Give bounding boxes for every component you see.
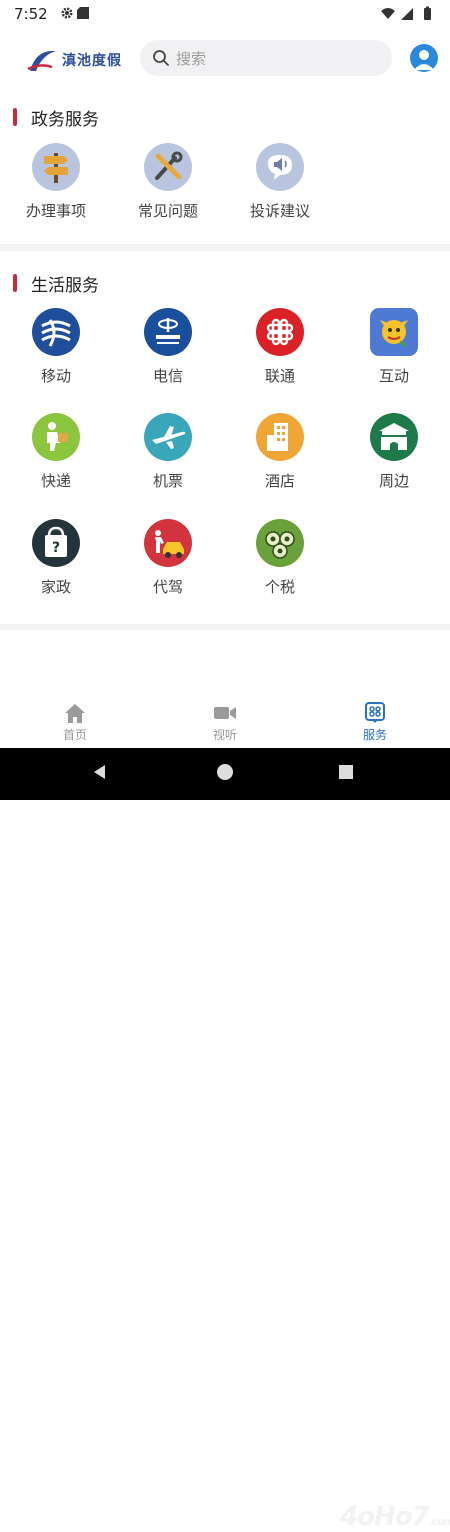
signal-icon [401, 8, 413, 20]
service-label: 周边 [378, 472, 409, 490]
service-label: 联通 [264, 367, 295, 385]
service-label: 互动 [378, 367, 409, 385]
service-label: 常见问题 [137, 202, 198, 220]
search-icon [153, 50, 169, 66]
service-item-chauffeur[interactable]: 代驾 [112, 519, 224, 609]
battery-icon [424, 6, 431, 20]
airplane-icon [144, 413, 192, 461]
service-item-complaints[interactable]: 投诉建议 [224, 143, 336, 233]
tab-label: 服务 [362, 728, 387, 742]
status-left-icons [60, 5, 96, 25]
status-bar: 7:52 [0, 0, 450, 28]
megaphone-icon [256, 143, 304, 191]
coins-icon [256, 519, 304, 567]
courier-icon [32, 413, 80, 461]
service-item-interaction[interactable]: 互动 [338, 308, 450, 398]
service-label: 办理事项 [25, 202, 86, 220]
china-unicom-icon [256, 308, 304, 356]
section-accent-bar [13, 274, 17, 292]
app-logo[interactable]: 滇池度假 [26, 45, 121, 75]
hotel-icon [256, 413, 304, 461]
logo-mark-icon [27, 50, 56, 71]
section-header-government: 政务服务 [0, 102, 450, 132]
service-item-procedures[interactable]: 办理事项 [0, 143, 112, 233]
home-icon [65, 704, 85, 723]
china-telecom-icon [144, 308, 192, 356]
section-header-life: 生活服务 [0, 268, 450, 298]
service-label: 快递 [40, 472, 71, 490]
wifi-icon [381, 8, 395, 19]
bottom-tab-bar: 首页 视听 服务 [0, 690, 450, 748]
service-item-nearby[interactable]: 周边 [338, 413, 450, 503]
service-label: 酒店 [264, 472, 295, 490]
service-item-housekeeping[interactable]: ? 家政 [0, 519, 112, 609]
section-title: 政务服务 [31, 110, 99, 130]
tab-service[interactable]: 服务 [300, 690, 450, 748]
service-label: 家政 [40, 578, 71, 596]
sd-card-icon [77, 7, 89, 19]
search-placeholder: 搜索 [176, 50, 207, 68]
service-label: 移动 [40, 367, 71, 385]
status-right-icons [380, 6, 436, 26]
logo-text: 滇池度假 [62, 53, 122, 69]
service-label: 机票 [152, 472, 183, 490]
service-item-telecom[interactable]: 电信 [112, 308, 224, 398]
search-bar[interactable]: 搜索 [140, 40, 392, 76]
section-divider [0, 624, 450, 630]
service-item-unicom[interactable]: 联通 [224, 308, 336, 398]
home-button-icon[interactable] [215, 762, 235, 782]
service-item-express[interactable]: 快递 [0, 413, 112, 503]
tab-video[interactable]: 视听 [150, 690, 300, 748]
service-item-mobile[interactable]: 移动 [0, 308, 112, 398]
tools-icon [144, 143, 192, 191]
tab-label: 首页 [62, 728, 87, 742]
service-item-faq[interactable]: 常见问题 [112, 143, 224, 233]
chauffeur-icon [144, 519, 192, 567]
signpost-icon [32, 143, 80, 191]
service-item-hotel[interactable]: 酒店 [224, 413, 336, 503]
section-divider [0, 244, 450, 251]
watermark: 4oHo7.com [340, 1502, 450, 1532]
dragon-icon [370, 308, 418, 356]
status-time: 7:52 [14, 5, 48, 23]
user-avatar[interactable] [410, 44, 438, 72]
tab-label: 视听 [212, 728, 237, 742]
user-icon [414, 50, 434, 70]
svg-text:?: ? [52, 540, 60, 556]
section-title: 生活服务 [31, 276, 99, 296]
recents-icon[interactable] [336, 762, 356, 782]
china-mobile-icon [32, 308, 80, 356]
service-item-flights[interactable]: 机票 [112, 413, 224, 503]
service-icon [365, 702, 385, 723]
app-header: 滇池度假 搜索 [0, 28, 450, 90]
gate-icon [370, 413, 418, 461]
service-item-tax[interactable]: 个税 [224, 519, 336, 609]
settings-gear-icon [61, 7, 73, 19]
service-label: 个税 [264, 578, 295, 596]
service-label: 投诉建议 [249, 202, 310, 220]
service-label: 电信 [152, 367, 183, 385]
section-accent-bar [13, 108, 17, 126]
tab-home[interactable]: 首页 [0, 690, 150, 748]
system-nav-bar: 4oHo7.com [0, 748, 450, 1532]
back-icon[interactable] [90, 762, 110, 782]
service-label: 代驾 [152, 578, 183, 596]
video-icon [214, 707, 236, 719]
housekeeping-icon: ? [32, 519, 80, 567]
